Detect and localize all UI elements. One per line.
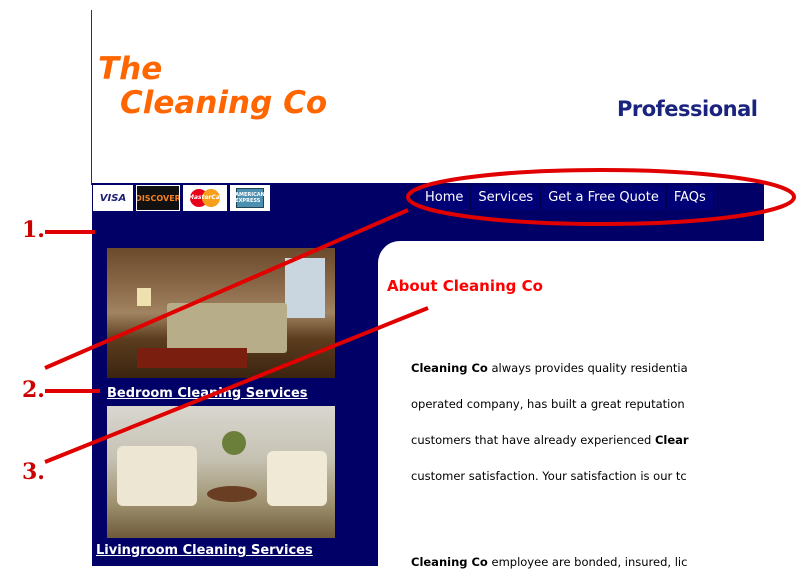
visa-card-icon: VISA (93, 185, 133, 211)
nav-get-a-free-quote[interactable]: Get a Free Quote (541, 186, 667, 210)
content-line-4: customer satisfaction. Your satisfaction… (411, 469, 687, 483)
content-line-1: Cleaning Co always provides quality resi… (411, 361, 688, 375)
site-logo[interactable]: The Cleaning Co (98, 52, 327, 120)
payment-cards: VISA DISCOVER MasterCard AMERICAN EXPRES… (93, 185, 270, 211)
nav-faqs[interactable]: FAQs (666, 186, 714, 210)
livingroom-image[interactable] (107, 406, 335, 538)
annotation-label-2: 2. (22, 377, 45, 403)
discover-card-icon: DISCOVER (136, 185, 180, 211)
annotation-label-3: 3. (22, 459, 45, 485)
logo-line-2: Cleaning Co (120, 85, 328, 121)
annotation-label-1: 1. (22, 217, 45, 243)
mastercard-card-icon: MasterCard (183, 185, 227, 211)
bedroom-caption-link[interactable]: Bedroom Cleaning Services (107, 386, 308, 401)
amex-card-icon: AMERICAN EXPRESS (230, 185, 270, 211)
main-content: About Cleaning Co Cleaning Co always pro… (378, 241, 778, 581)
content-line-5: Cleaning Co employee are bonded, insured… (411, 555, 688, 569)
header-tagline: Professional (617, 97, 758, 121)
logo-line-1: The (98, 51, 163, 87)
main-menu: Home Services Get a Free Quote FAQs (418, 186, 714, 210)
header-divider-line (91, 10, 92, 185)
livingroom-caption-link[interactable]: Livingroom Cleaning Services (96, 543, 313, 558)
nav-home[interactable]: Home (418, 186, 472, 210)
about-heading: About Cleaning Co (387, 277, 543, 295)
content-line-3: customers that have already experienced … (411, 433, 689, 447)
nav-services[interactable]: Services (471, 186, 542, 210)
bedroom-image[interactable] (107, 248, 335, 378)
content-line-2: operated company, has built a great repu… (411, 397, 685, 411)
